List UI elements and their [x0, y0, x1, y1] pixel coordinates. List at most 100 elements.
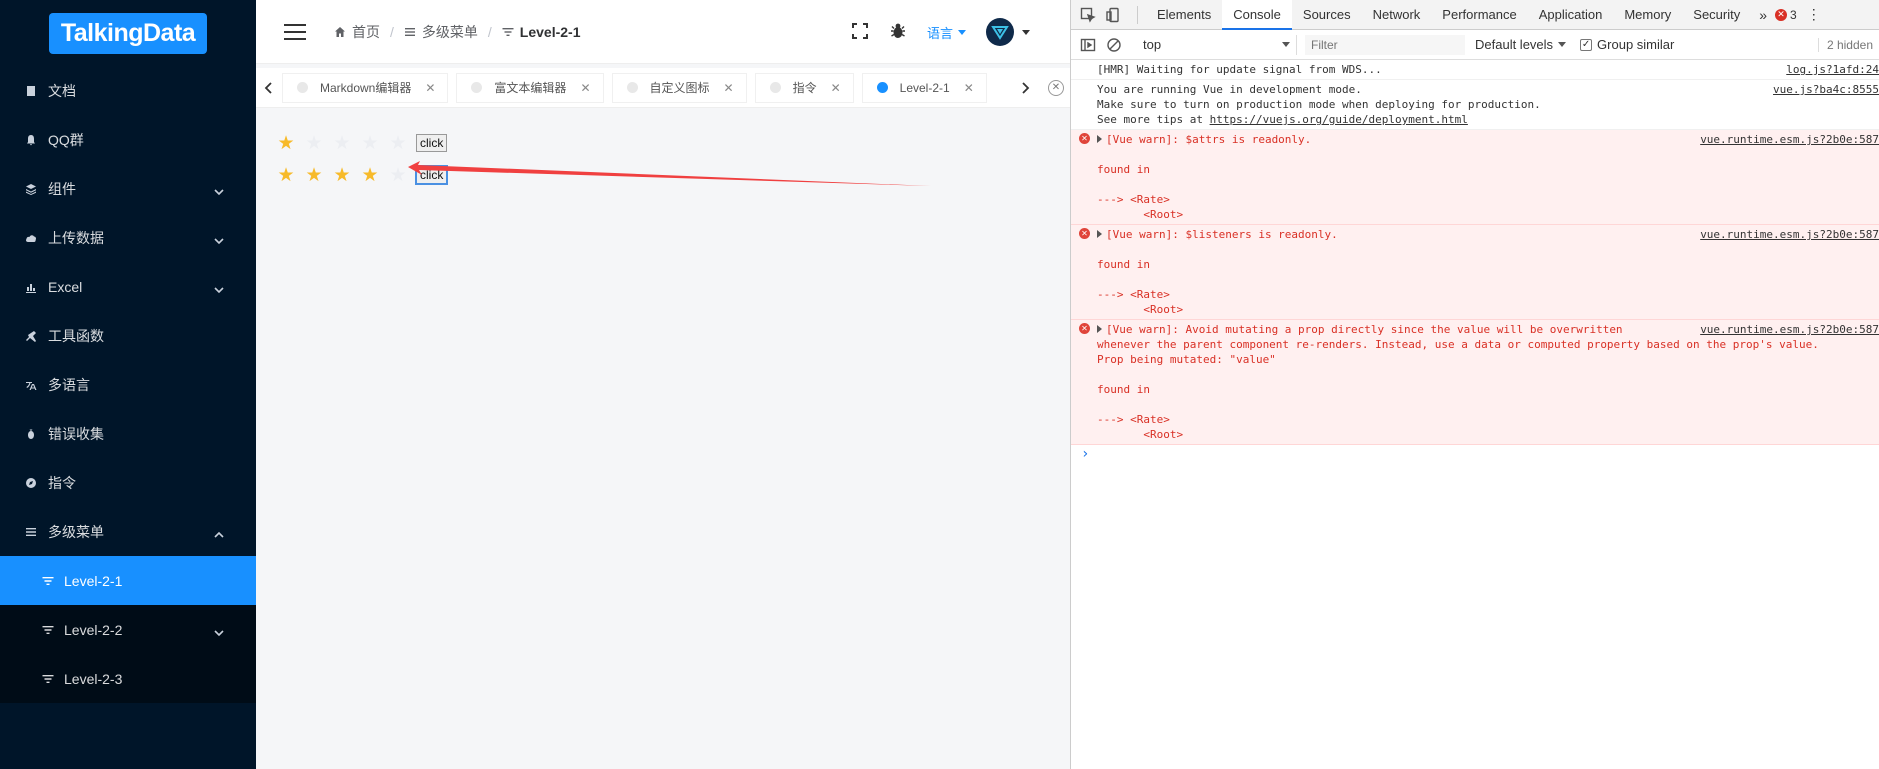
expand-triangle-icon[interactable] — [1097, 325, 1102, 333]
submenu-item[interactable]: Level-2-1 — [0, 556, 256, 605]
chevron-left-icon — [264, 81, 272, 94]
tag-tab[interactable]: 指令 ✕ — [754, 72, 854, 103]
star-icon[interactable]: ★ — [272, 166, 300, 185]
message-link[interactable]: https://vuejs.org/guide/deployment.html — [1210, 113, 1468, 126]
sidebar-item[interactable]: QQ群 — [0, 115, 256, 164]
inspect-element-icon[interactable] — [1077, 4, 1099, 26]
console-prompt[interactable]: › — [1071, 445, 1879, 464]
filter-icon — [502, 27, 514, 36]
sidebar-item[interactable]: 多级菜单 — [0, 507, 256, 556]
tab-status-dot — [297, 82, 308, 93]
sidebar-item-label: 文档 — [48, 82, 76, 99]
submenu-item[interactable]: Level-2-2 — [0, 605, 256, 654]
tabs-scroll-left[interactable] — [256, 68, 282, 108]
source-link[interactable]: vue.runtime.esm.js?2b0e:587 — [1696, 132, 1879, 147]
sidebar-item[interactable]: 上传数据 — [0, 213, 256, 262]
bar-chart-icon — [24, 280, 38, 294]
fullscreen-icon[interactable] — [851, 22, 869, 43]
more-tabs-icon[interactable]: » — [1751, 7, 1775, 23]
chevron-down-icon — [214, 233, 224, 249]
star-icon[interactable]: ★ — [300, 134, 328, 153]
sidebar-item[interactable]: 工具函数 — [0, 311, 256, 360]
home-icon — [335, 26, 345, 37]
devtools-tab-network[interactable]: Network — [1362, 0, 1432, 30]
user-menu[interactable] — [986, 18, 1030, 46]
star-icon[interactable]: ★ — [384, 166, 412, 185]
devtools-tab-console[interactable]: Console — [1222, 0, 1292, 30]
devtools-tabbar: Elements Console Sources Network Performance… — [1071, 0, 1879, 30]
book-icon — [24, 84, 38, 98]
sidebar-item[interactable]: Excel — [0, 262, 256, 311]
chevron-up-icon — [214, 527, 224, 543]
expand-triangle-icon[interactable] — [1097, 135, 1102, 143]
devtools-tab-memory[interactable]: Memory — [1613, 0, 1682, 30]
hidden-count: 2 hidden — [1817, 37, 1879, 52]
clear-console-icon[interactable] — [1103, 34, 1125, 56]
close-icon[interactable]: ✕ — [425, 81, 435, 95]
sidebar-item[interactable]: 错误收集 — [0, 409, 256, 458]
tabs-scroll-right[interactable] — [1012, 68, 1038, 108]
log-levels-dropdown[interactable]: Default levels — [1475, 37, 1567, 52]
sidebar-item-label: 错误收集 — [48, 425, 104, 442]
star-icon[interactable]: ★ — [272, 134, 300, 153]
console-log-message: [HMR] Waiting for update signal from WDS… — [1071, 60, 1879, 80]
context-selector[interactable]: top — [1137, 34, 1297, 55]
star-icon[interactable]: ★ — [328, 134, 356, 153]
rate-component[interactable]: ★ ★ ★ ★ ★ — [272, 134, 412, 153]
tab-label: 指令 — [792, 81, 817, 95]
tag-tab[interactable]: Markdown编辑器 ✕ — [282, 72, 449, 103]
kebab-menu-icon[interactable]: ⋮ — [1807, 6, 1821, 23]
close-icon[interactable]: ✕ — [724, 81, 734, 95]
devtools-tab-application[interactable]: Application — [1528, 0, 1614, 30]
console-error-message: ✕ [Vue warn]: Avoid mutating a prop direc… — [1071, 320, 1879, 445]
sidebar-item-label: 组件 — [48, 180, 76, 197]
tab-status-dot — [876, 82, 888, 93]
sidebar-item[interactable]: 文档 — [0, 66, 256, 115]
devtools-tab-performance[interactable]: Performance — [1431, 0, 1527, 30]
hamburger-icon[interactable] — [284, 23, 306, 40]
chevron-right-icon — [1022, 81, 1030, 94]
star-icon[interactable]: ★ — [356, 166, 384, 185]
sidebar-item[interactable]: 多语言 — [0, 360, 256, 409]
sidebar-toggle-icon[interactable] — [1077, 34, 1099, 56]
star-icon[interactable]: ★ — [300, 166, 328, 185]
source-link[interactable]: vue.runtime.esm.js?2b0e:587 — [1696, 227, 1879, 242]
click-button[interactable]: click — [416, 134, 448, 152]
rate-component[interactable]: ★ ★ ★ ★ ★ — [272, 166, 412, 185]
caret-down-icon — [958, 29, 966, 35]
expand-triangle-icon[interactable] — [1097, 230, 1102, 238]
close-icon[interactable]: ✕ — [580, 81, 590, 95]
device-toolbar-icon[interactable] — [1103, 4, 1125, 26]
error-counter[interactable]: ✕ 3 — [1775, 8, 1797, 22]
devtools-tab-security[interactable]: Security — [1682, 0, 1751, 30]
devtools-tab-sources[interactable]: Sources — [1292, 0, 1362, 30]
devtools-tab-elements[interactable]: Elements — [1146, 0, 1222, 30]
language-selector[interactable]: 语言 — [927, 23, 966, 42]
tag-tab[interactable]: 自定义图标 ✕ — [611, 72, 747, 103]
tag-tab[interactable]: 富文本编辑器 ✕ — [456, 72, 604, 103]
bug-icon[interactable] — [889, 22, 907, 43]
star-icon[interactable]: ★ — [328, 166, 356, 185]
group-similar-toggle[interactable]: ✓ Group similar — [1580, 37, 1674, 52]
close-icon[interactable]: ✕ — [831, 81, 841, 95]
devtools-panel: Elements Console Sources Network Performance… — [1070, 0, 1879, 769]
submenu-item-label: Level-2-1 — [64, 572, 123, 589]
sidebar-item[interactable]: 组件 — [0, 164, 256, 213]
tag-tab[interactable]: Level-2-1 ✕ — [861, 72, 987, 103]
sidebar-item[interactable]: 指令 — [0, 458, 256, 507]
submenu-item[interactable]: Level-2-3 — [0, 654, 256, 703]
console-filter-input[interactable] — [1305, 34, 1465, 55]
logo[interactable]: TalkingData — [48, 12, 208, 54]
source-link[interactable]: vue.runtime.esm.js?2b0e:587 — [1696, 322, 1879, 337]
source-link[interactable]: vue.js?ba4c:8555 — [1769, 82, 1879, 97]
breadcrumb-home[interactable]: 首页 — [334, 22, 380, 42]
star-icon[interactable]: ★ — [356, 134, 384, 153]
cloud-upload-icon — [24, 231, 38, 245]
rate-row: ★ ★ ★ ★ ★ click — [272, 162, 1054, 188]
breadcrumb-multi-menu[interactable]: 多级菜单 — [404, 22, 478, 42]
click-button[interactable]: click — [414, 165, 449, 185]
close-icon[interactable]: ✕ — [964, 81, 974, 95]
source-link[interactable]: log.js?1afd:24 — [1782, 62, 1879, 77]
close-all-tabs-icon[interactable]: ✕ — [1048, 80, 1064, 96]
star-icon[interactable]: ★ — [384, 134, 412, 153]
